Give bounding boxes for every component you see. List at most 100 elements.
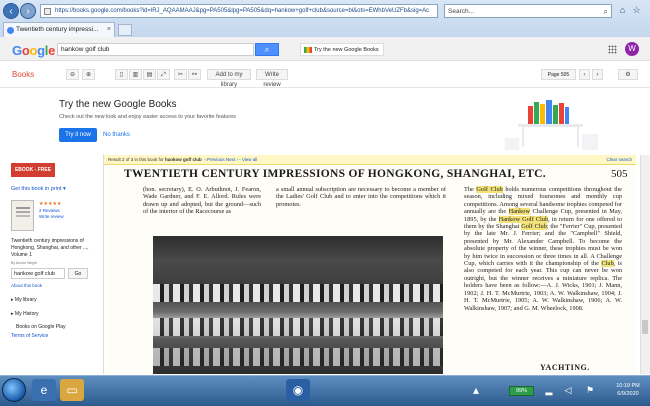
browser-search-box[interactable]: Search... ⌕ bbox=[444, 4, 612, 18]
highlight: Golf Club bbox=[476, 186, 503, 193]
volume-icon[interactable]: ◁ bbox=[562, 379, 574, 401]
reviews-count-link[interactable]: 2 Reviews bbox=[39, 208, 64, 214]
terms-of-service-link[interactable]: Terms of Service bbox=[11, 333, 48, 339]
url-text: https://books.google.com/books?id=lRJ_AQ… bbox=[55, 8, 430, 14]
highlight: Golf Club bbox=[521, 223, 547, 231]
photo-figures-row bbox=[153, 284, 443, 302]
two-page-icon[interactable]: ▥ bbox=[129, 69, 142, 80]
search-icon: ⌕ bbox=[264, 45, 270, 54]
ebook-free-button[interactable]: EBOOK - FREE bbox=[11, 163, 55, 177]
forward-button[interactable]: › bbox=[20, 3, 36, 19]
browser-tab[interactable]: Twentieth century impressi... × bbox=[3, 22, 115, 37]
add-to-library-button[interactable]: Add to my library bbox=[207, 69, 251, 88]
tab-title: Twentieth century impressi... bbox=[16, 26, 99, 33]
settings-gear-icon[interactable]: ⚙ bbox=[618, 69, 638, 80]
my-library-link[interactable]: ▸ My library bbox=[11, 297, 37, 303]
lock-icon bbox=[44, 8, 51, 15]
no-thanks-link[interactable]: No thanks bbox=[103, 128, 130, 142]
address-bar[interactable]: https://books.google.com/books?id=lRJ_AQ… bbox=[40, 4, 438, 18]
search-in-book-input[interactable]: hankow golf club bbox=[11, 268, 65, 279]
page-select[interactable]: Page 505 bbox=[541, 69, 576, 80]
my-history-label: My History bbox=[14, 311, 39, 317]
clip-icon[interactable]: ✂ bbox=[174, 69, 187, 80]
my-library-label: My library bbox=[14, 297, 37, 303]
action-center-icon[interactable]: ⚑ bbox=[584, 379, 596, 401]
viewer-scrollbar[interactable] bbox=[640, 155, 650, 374]
apps-grid-icon[interactable] bbox=[608, 45, 617, 54]
book-title: Twentieth century impressions of Hongkon… bbox=[11, 238, 89, 258]
page-number: 505 bbox=[611, 168, 628, 180]
photo-figures-row bbox=[153, 318, 443, 336]
search-icon[interactable]: ⌕ bbox=[604, 7, 608, 16]
pinned-app-icon[interactable]: ◉ bbox=[286, 379, 310, 401]
google-logo[interactable]: Google bbox=[12, 43, 55, 58]
book-author[interactable]: By Arnold Wright bbox=[11, 261, 37, 265]
fullscreen-icon[interactable]: ⤢ bbox=[157, 69, 170, 80]
scrollbar-thumb[interactable] bbox=[642, 320, 648, 334]
photo-figures-row bbox=[153, 348, 443, 366]
logo-letter: G bbox=[12, 43, 22, 58]
clock-time: 10:19 PM bbox=[616, 383, 640, 389]
thumbnail-view-icon[interactable]: ▤ bbox=[143, 69, 156, 80]
file-explorer-icon[interactable]: ▭ bbox=[60, 379, 84, 401]
write-review-button[interactable]: Write review bbox=[256, 69, 288, 88]
book-page: TWENTIETH CENTURY IMPRESSIONS OF HONGKON… bbox=[106, 166, 636, 374]
highlight: Club bbox=[601, 260, 614, 268]
highlight: Hankow bbox=[508, 208, 530, 216]
yachting-heading: YACHTING. bbox=[540, 363, 590, 372]
books-search-button[interactable]: ⌕ bbox=[255, 43, 279, 56]
about-this-book-link[interactable]: About this book bbox=[11, 283, 42, 288]
browser-search-placeholder: Search... bbox=[448, 8, 475, 15]
next-result-link[interactable]: Next › bbox=[226, 157, 238, 162]
account-avatar[interactable]: W bbox=[625, 42, 639, 56]
text-run: The bbox=[464, 186, 477, 193]
books-on-play-link[interactable]: Books on Google Play bbox=[16, 324, 65, 330]
search-go-button[interactable]: Go bbox=[68, 268, 88, 279]
banner-subtitle: Check out the new look and enjoy easier … bbox=[59, 114, 237, 120]
golf-club-group-photo bbox=[153, 236, 443, 374]
page-column-middle: a small annual subscription are necessar… bbox=[276, 186, 446, 208]
try-new-label: Try the new Google Books bbox=[314, 47, 379, 53]
zoom-out-icon[interactable]: ⊖ bbox=[66, 69, 79, 80]
clear-search-link[interactable]: Clear search bbox=[606, 155, 632, 165]
single-page-icon[interactable]: ▯ bbox=[115, 69, 128, 80]
try-new-books-button[interactable]: Try the new Google Books bbox=[300, 43, 384, 56]
search-result-bar: Result 2 of 3 in this book for hankow go… bbox=[104, 155, 636, 165]
reviews-links: 2 Reviews Write review bbox=[39, 208, 64, 219]
home-icon[interactable]: ⌂ bbox=[616, 4, 629, 17]
result-query: hankow golf club bbox=[165, 157, 202, 162]
view-all-link[interactable]: View all bbox=[242, 157, 257, 162]
start-button[interactable] bbox=[2, 378, 26, 402]
google-favicon-icon bbox=[7, 27, 14, 34]
banner-title: Try the new Google Books bbox=[59, 99, 177, 110]
previous-page-icon[interactable]: ‹ bbox=[579, 69, 590, 80]
books-shelf-icon bbox=[304, 47, 312, 53]
text-run: ; the "Ferrier" Cup, presented by the la… bbox=[464, 223, 622, 268]
show-hidden-icons-icon[interactable]: ▴ bbox=[470, 379, 482, 401]
my-history-link[interactable]: ▸ My History bbox=[11, 311, 39, 317]
ie-icon[interactable]: e bbox=[32, 379, 56, 401]
bookshelf-illustration bbox=[505, 100, 598, 150]
logo-letter: g bbox=[37, 43, 45, 58]
write-review-link[interactable]: Write review bbox=[39, 214, 64, 220]
books-search-input[interactable]: hankow golf club bbox=[57, 43, 254, 56]
text-run: , is also competed for each year. This c… bbox=[464, 260, 623, 312]
get-book-in-print-link[interactable]: Get this book in print ▾ bbox=[11, 186, 66, 192]
close-tab-icon[interactable]: × bbox=[107, 23, 111, 37]
logo-letter: e bbox=[48, 43, 56, 58]
link-icon[interactable]: ⚯ bbox=[188, 69, 201, 80]
page-heading: TWENTIETH CENTURY IMPRESSIONS OF HONGKON… bbox=[124, 168, 546, 180]
previous-result-link[interactable]: ‹ Previous bbox=[204, 157, 224, 162]
book-cover-thumbnail[interactable] bbox=[11, 200, 34, 231]
books-label[interactable]: Books bbox=[12, 70, 34, 79]
next-page-icon[interactable]: › bbox=[592, 69, 603, 80]
network-icon[interactable]: ▂ bbox=[543, 379, 555, 401]
zoom-in-icon[interactable]: ⊕ bbox=[82, 69, 95, 80]
try-it-now-button[interactable]: Try it now bbox=[59, 128, 97, 142]
new-tab-button[interactable] bbox=[118, 24, 132, 36]
taskbar-clock[interactable]: 10:19 PM 6/9/2020 bbox=[608, 382, 648, 398]
favorites-star-icon[interactable]: ☆ bbox=[630, 4, 643, 17]
battery-indicator[interactable]: 99% bbox=[509, 386, 534, 396]
back-button[interactable]: ‹ bbox=[3, 3, 19, 19]
page-column-left: (hon. secretary), E. O. Arbuthnot, J. Fe… bbox=[143, 186, 261, 216]
